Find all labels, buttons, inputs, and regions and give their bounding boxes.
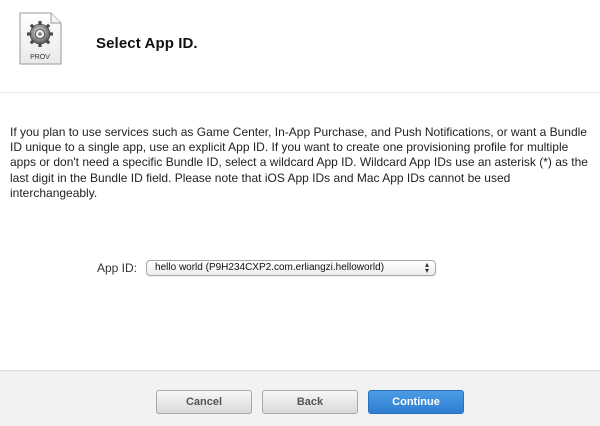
cancel-button[interactable]: Cancel	[156, 390, 252, 414]
continue-button[interactable]: Continue	[368, 390, 464, 414]
header: PROV Select App ID.	[0, 0, 600, 93]
select-app-id-page: PROV Select App ID. If you plan to use s…	[0, 0, 600, 426]
description-text: If you plan to use services such as Game…	[10, 125, 588, 200]
app-id-row: App ID: hello world (P9H234CXP2.com.erli…	[97, 258, 437, 278]
app-id-select[interactable]: hello world (P9H234CXP2.com.erliangzi.he…	[146, 260, 437, 276]
updown-arrows-icon: ▴ ▾	[425, 260, 430, 275]
footer: Cancel Back Continue	[0, 370, 600, 426]
provisioning-profile-icon: PROV	[17, 12, 63, 66]
prov-caption: PROV	[30, 54, 50, 61]
app-id-selected-value: hello world (P9H234CXP2.com.erliangzi.he…	[155, 262, 385, 273]
page-title: Select App ID.	[96, 35, 198, 52]
back-button[interactable]: Back	[262, 390, 358, 414]
app-id-label: App ID:	[97, 261, 138, 275]
